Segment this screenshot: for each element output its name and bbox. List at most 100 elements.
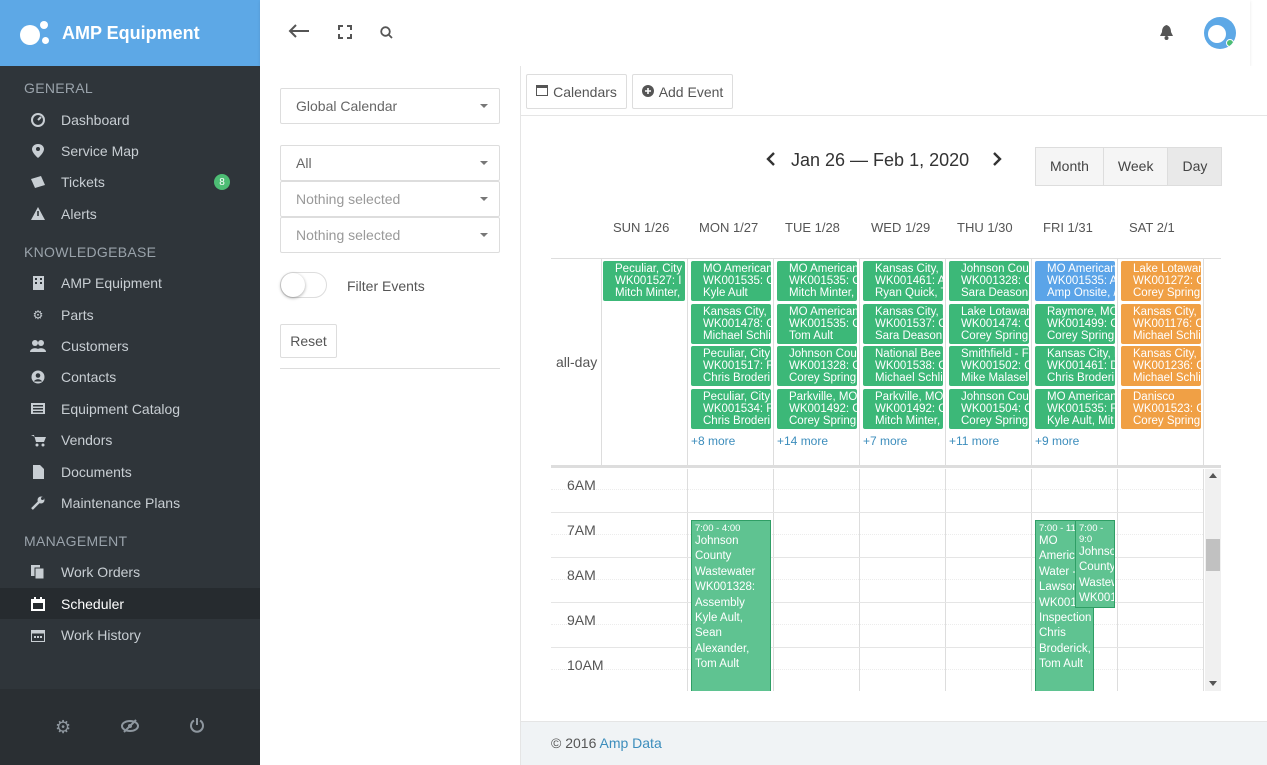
allday-event[interactable]: Kansas City, I WK001461: D Chris Broderi [1035, 346, 1115, 386]
sidebar-item-scheduler[interactable]: Scheduler [0, 588, 260, 620]
more-events-link[interactable]: +11 more [949, 434, 999, 448]
event-line: WK001535: C [789, 317, 857, 330]
half-hour-line [551, 669, 1203, 670]
more-events-link[interactable]: +14 more [777, 434, 828, 448]
allday-event[interactable]: Peculiar, City WK001534: F Chris Broderi [691, 388, 771, 429]
sidebar-footer: ⚙ [0, 689, 260, 765]
bell-icon[interactable] [1160, 25, 1173, 43]
allday-event[interactable]: MO American WK001535: F Kyle Ault, Mit [1035, 388, 1115, 429]
sidebar-item-amp-equipment[interactable]: AMP Equipment [0, 268, 260, 299]
allday-event[interactable]: MO American WK001535: A Amp Onsite, / [1035, 261, 1115, 301]
event-line: WK001538: C [875, 360, 943, 372]
sidebar-item-dashboard[interactable]: Dashboard [0, 104, 260, 135]
sidebar-item-vendors[interactable]: Vendors [0, 425, 260, 456]
event-line: WK001272: C [1133, 275, 1201, 287]
event-line: Mitch Minter, [875, 414, 941, 427]
calendar-icon [536, 84, 549, 99]
prev-week-icon[interactable] [766, 150, 776, 171]
allday-event[interactable]: Kansas City, I WK001236: C Michael Schli [1121, 346, 1201, 386]
timed-event[interactable]: 7:00 - 9:0Johnson County Wastew WK001 Fi… [1075, 520, 1115, 608]
caret-down-icon [480, 233, 488, 237]
allday-event[interactable]: Kansas City, I WK001176: C Michael Schli [1121, 303, 1201, 344]
allday-event[interactable]: Johnson Cou WK001504: C Corey Spring [949, 388, 1029, 429]
allday-event[interactable]: Lake Lotawar WK001272: C Corey Spring [1121, 261, 1201, 301]
sidebar-item-parts[interactable]: ⚙ Parts [0, 299, 260, 330]
next-week-icon[interactable] [992, 150, 1002, 171]
filter-events-toggle[interactable] [280, 272, 327, 298]
fullscreen-icon[interactable] [338, 22, 352, 45]
event-line: Chris Broderi [1047, 372, 1115, 384]
allday-event[interactable]: Peculiar, City WK001527: I Mitch Minter, [603, 261, 685, 301]
divider [280, 368, 500, 369]
eye-slash-icon[interactable] [121, 717, 140, 738]
allday-event[interactable]: Smithfield - F WK001502: C Mike Malasel [949, 346, 1029, 386]
filter-select-1[interactable]: Nothing selected [280, 181, 500, 217]
allday-event[interactable]: MO American WK001535: C Mitch Minter, [777, 261, 857, 301]
event-line: WK001492: C [875, 402, 943, 415]
sidebar-item-equipment-catalog[interactable]: Equipment Catalog [0, 393, 260, 424]
allday-event[interactable]: Johnson Cou WK001328: C Corey Spring [777, 346, 857, 386]
amp-data-link[interactable]: Amp Data [599, 735, 661, 751]
event-line: Parkville, MO [789, 390, 857, 403]
sidebar-item-tickets[interactable]: Tickets 8 [0, 167, 260, 198]
power-icon[interactable] [189, 717, 205, 738]
calendars-button[interactable]: Calendars [526, 74, 627, 109]
sidebar-item-maintenance-plans[interactable]: Maintenance Plans [0, 487, 260, 518]
sidebar-item-customers[interactable]: Customers [0, 330, 260, 361]
event-line: Sara Deason [875, 329, 943, 342]
building-icon [30, 275, 46, 291]
more-events-link[interactable]: +7 more [863, 434, 907, 448]
event-line: Smithfield - F [961, 348, 1029, 360]
sidebar-item-documents[interactable]: Documents [0, 456, 260, 487]
column-divider [1117, 469, 1118, 691]
reset-button[interactable]: Reset [280, 324, 337, 358]
allday-event[interactable]: Kansas City, I WK001478: C Michael Schli [691, 303, 771, 344]
allday-event[interactable]: MO American WK001535: C Tom Ault [777, 303, 857, 344]
allday-event[interactable]: Lake Lotawar WK001474: C Corey Spring [949, 303, 1029, 344]
back-arrow-icon[interactable] [288, 22, 310, 45]
allday-event[interactable]: Parkville, MO WK001492: C Mitch Minter, [863, 388, 943, 429]
allday-event[interactable]: Kansas City, I WK001537: C Sara Deason [863, 303, 943, 344]
column-divider [1203, 469, 1204, 691]
day-header: WED 1/29 [871, 220, 931, 235]
allday-event[interactable]: Raymore, MC WK001499: C Corey Spring [1035, 303, 1115, 344]
timed-event[interactable]: 7:00 - 4:00 Johnson County Wastewater WK0… [691, 520, 771, 691]
event-line: WK001499: C [1047, 317, 1115, 330]
allday-event[interactable]: Johnson Cou WK001328: C Sara Deason, [949, 261, 1029, 301]
more-events-link[interactable]: +9 more [1035, 434, 1079, 448]
brand[interactable]: AMP Equipment [0, 0, 260, 66]
allday-event[interactable]: Parkville, MO WK001492: C Corey Spring [777, 388, 857, 429]
event-line: WK001328: C [961, 275, 1029, 287]
event-line: Tom Ault [789, 329, 834, 342]
filter-select-2[interactable]: Nothing selected [280, 217, 500, 253]
sidebar-item-work-orders[interactable]: Work Orders [0, 557, 260, 588]
time-grid-scrollbar[interactable] [1205, 469, 1221, 691]
allday-event[interactable]: MO American WK001535: C Kyle Ault [691, 261, 771, 301]
search-icon[interactable] [380, 22, 393, 45]
allday-event[interactable]: National Bee WK001538: C Michael Schli [863, 346, 943, 386]
event-line: Michael Schli [703, 329, 771, 342]
sidebar-item-service-map[interactable]: Service Map [0, 135, 260, 166]
event-line: Chris Broderi [703, 414, 771, 427]
day-header: THU 1/30 [957, 220, 1013, 235]
view-week-button[interactable]: Week [1102, 147, 1169, 186]
settings-icon[interactable]: ⚙ [55, 717, 71, 738]
add-event-button[interactable]: Add Event [632, 74, 733, 109]
sidebar-item-work-history[interactable]: Work History [0, 619, 260, 650]
view-month-button[interactable]: Month [1035, 147, 1104, 186]
caret-down-icon [480, 197, 488, 201]
allday-event[interactable]: Kansas City, I WK001461: A Ryan Quick, T [863, 261, 943, 301]
type-select[interactable]: All [280, 145, 500, 181]
allday-event[interactable]: Danisco WK001523: C Corey Spring [1121, 388, 1201, 429]
sidebar-item-alerts[interactable]: Alerts [0, 198, 260, 229]
more-events-link[interactable]: +8 more [691, 434, 735, 448]
allday-event[interactable]: Peculiar, City WK001517: F Chris Broderi [691, 346, 771, 386]
sidebar-item-contacts[interactable]: Contacts [0, 362, 260, 393]
avatar[interactable] [1204, 17, 1236, 49]
calendar-select[interactable]: Global Calendar [280, 88, 500, 124]
half-hour-line [551, 624, 1203, 625]
event-line: Kyle Ault [703, 287, 748, 299]
event-line: Michael Schli [875, 372, 943, 384]
day-header: FRI 1/31 [1043, 220, 1093, 235]
view-day-button[interactable]: Day [1167, 147, 1223, 186]
